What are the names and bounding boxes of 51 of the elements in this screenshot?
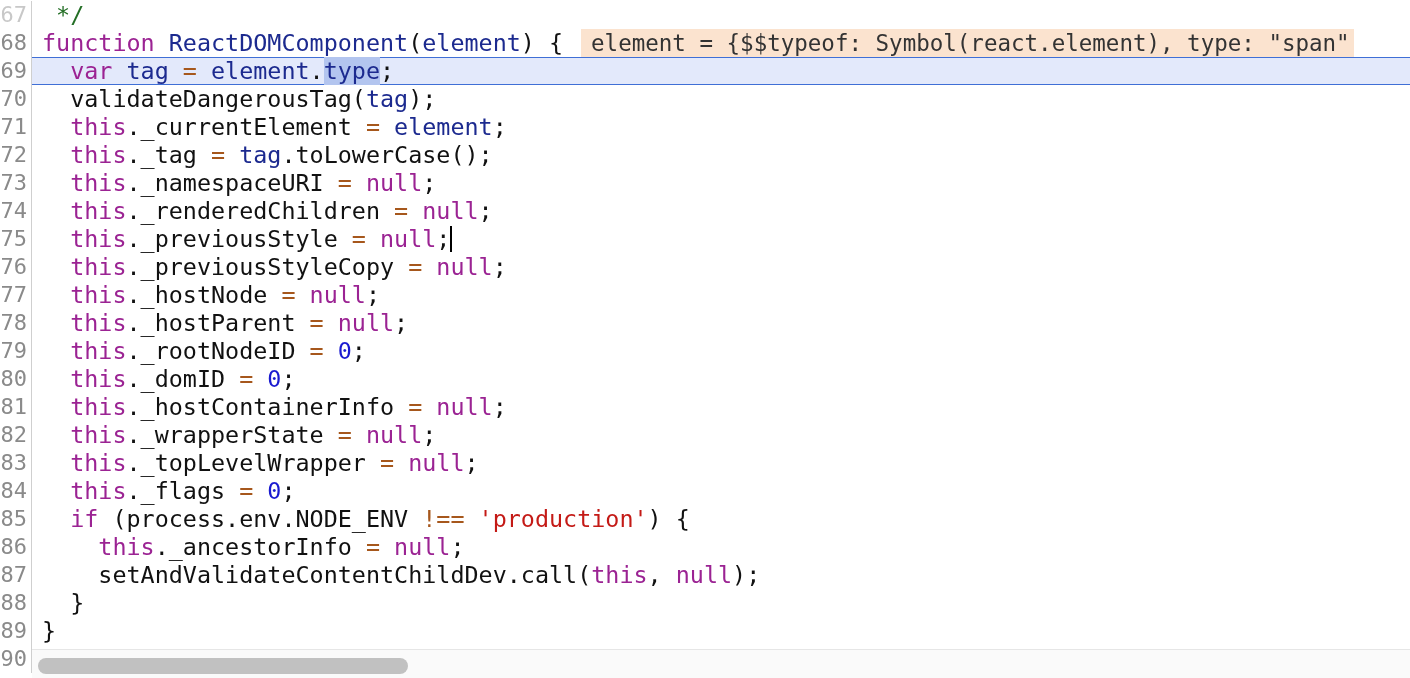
code-line: } bbox=[42, 617, 57, 645]
line-number: 76 bbox=[0, 253, 28, 281]
code-line: this._previousStyle = null; bbox=[69, 225, 451, 253]
code-line: this._domID = 0; bbox=[69, 365, 296, 393]
code-line: this._previousStyleCopy = null; bbox=[69, 253, 507, 281]
line-number: 82 bbox=[0, 421, 28, 449]
line-number: 75 bbox=[0, 225, 28, 253]
code-line: validateDangerousTag(tag); bbox=[69, 85, 437, 113]
code-line: this._hostParent = null; bbox=[69, 309, 409, 337]
code-line: this._topLevelWrapper = null; bbox=[69, 449, 479, 477]
text-cursor bbox=[450, 226, 453, 252]
line-number: 78 bbox=[0, 309, 28, 337]
code-line: this._currentElement = element; bbox=[69, 113, 507, 141]
code-line: } bbox=[69, 589, 85, 617]
line-number: 85 bbox=[0, 505, 28, 533]
line-number: 80 bbox=[0, 365, 28, 393]
line-number: 84 bbox=[0, 477, 28, 505]
code-line: this._wrapperState = null; bbox=[69, 421, 437, 449]
line-number: 68 bbox=[0, 29, 28, 57]
line-number: 90 bbox=[0, 645, 28, 673]
horizontal-scrollbar[interactable] bbox=[32, 649, 1410, 678]
line-number: 73 bbox=[0, 169, 28, 197]
line-number: 77 bbox=[0, 281, 28, 309]
code-line: setAndValidateContentChildDev.call(this, null); bbox=[97, 561, 761, 589]
line-number: 69 bbox=[0, 57, 28, 85]
code-line: this._flags = 0; bbox=[69, 477, 296, 505]
line-number: 72 bbox=[0, 141, 28, 169]
code-line: */ bbox=[55, 1, 85, 29]
code-line: this._namespaceURI = null; bbox=[69, 169, 437, 197]
line-number: 79 bbox=[0, 337, 28, 365]
code-line: this._tag = tag.toLowerCase(); bbox=[69, 141, 493, 169]
code-line: var tag = element.type; bbox=[69, 57, 395, 85]
line-number: 81 bbox=[0, 393, 28, 421]
line-number: 74 bbox=[0, 197, 28, 225]
scrollbar-thumb[interactable] bbox=[38, 658, 408, 674]
line-number: 83 bbox=[0, 449, 28, 477]
inline-value-widget: element = {$$typeof: Symbol(react.element), type: "span" bbox=[581, 29, 1354, 57]
line-number: 86 bbox=[0, 533, 28, 561]
code-line: this._rootNodeID = 0; bbox=[69, 337, 366, 365]
line-number: 87 bbox=[0, 561, 28, 589]
code-line: this._renderedChildren = null; bbox=[69, 197, 493, 225]
line-number: 70 bbox=[0, 85, 28, 113]
code-line: this._ancestorInfo = null; bbox=[97, 533, 465, 561]
line-number: 89 bbox=[0, 617, 28, 645]
code-line: function ReactDOMComponent(element) { bbox=[42, 29, 564, 57]
code-line: if (process.env.NODE_ENV !== 'production') { bbox=[69, 505, 690, 533]
line-number: 88 bbox=[0, 589, 28, 617]
code-line: this._hostNode = null; bbox=[69, 281, 380, 309]
code-line: this._hostContainerInfo = null; bbox=[69, 393, 507, 421]
line-number: 71 bbox=[0, 113, 28, 141]
code-editor[interactable] bbox=[0, 0, 1410, 678]
